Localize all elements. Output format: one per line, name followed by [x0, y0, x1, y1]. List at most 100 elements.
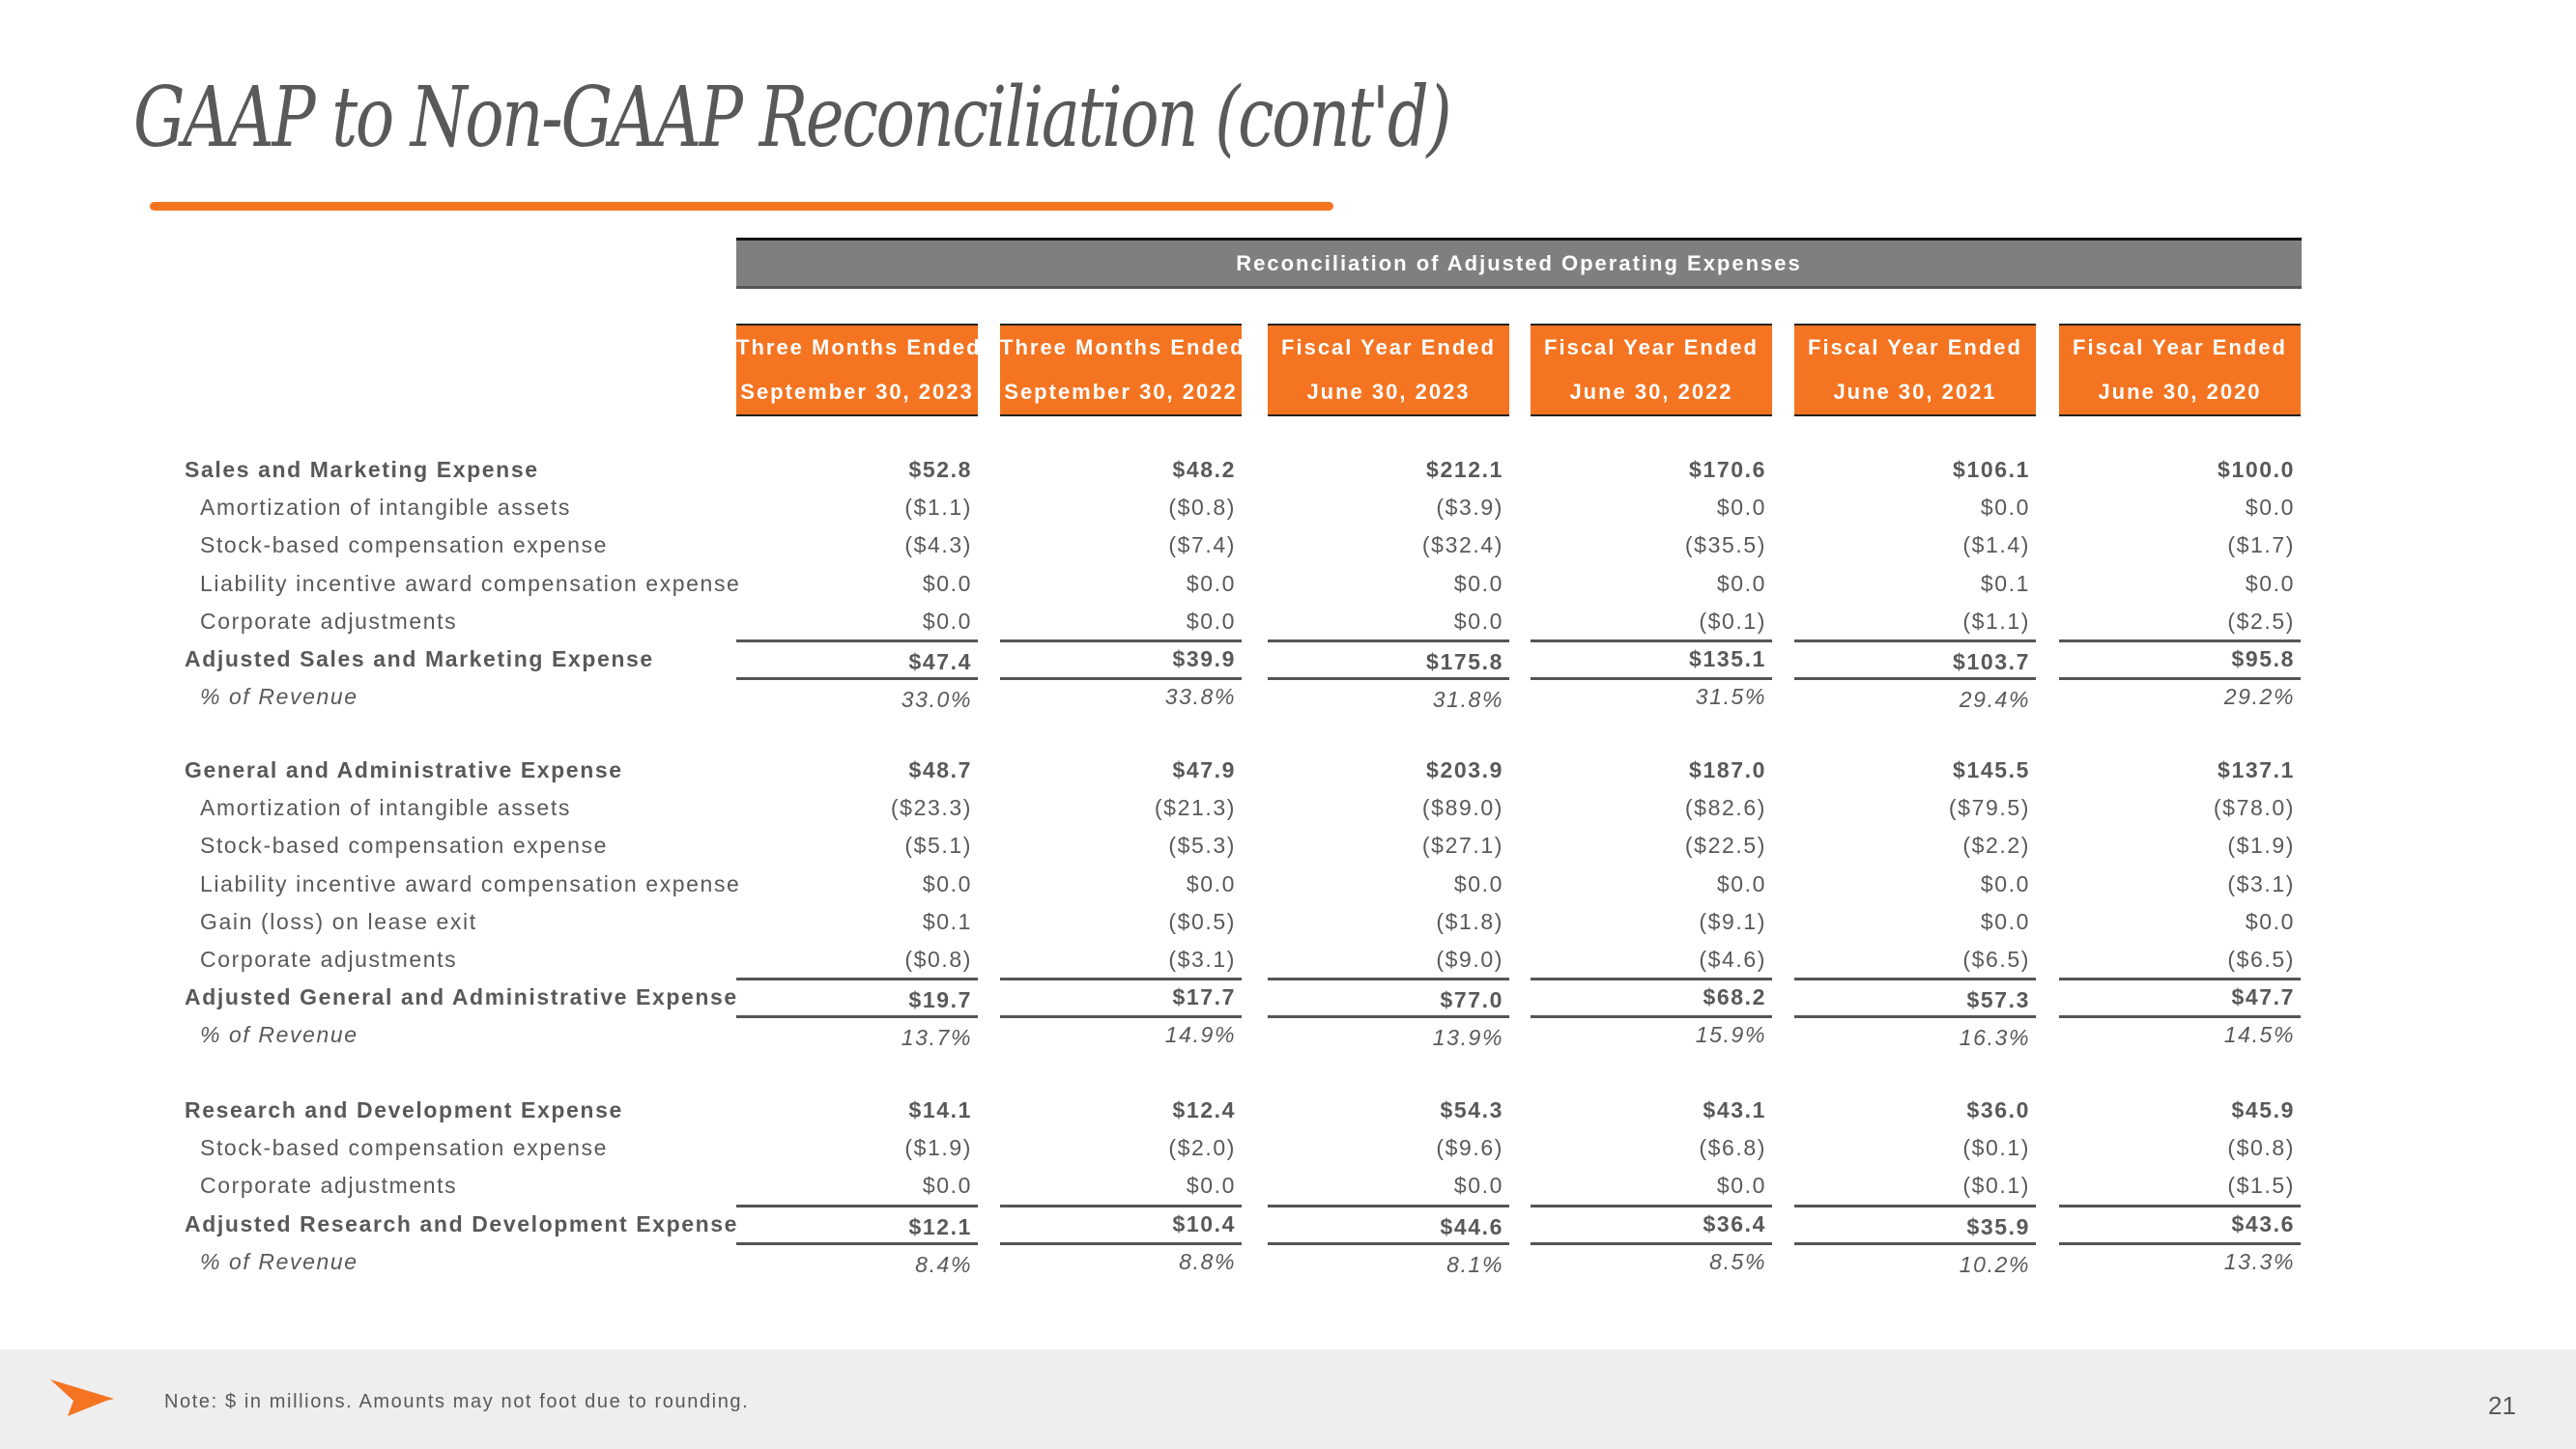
table-cell: $0.0 — [1186, 870, 1236, 896]
table-cell: $36.0 — [1966, 1097, 2030, 1122]
line-item-label: Corporate adjustments — [200, 947, 458, 972]
pct-of-revenue-label: % of Revenue — [200, 1022, 358, 1048]
table-cell: ($3.9) — [1436, 495, 1503, 521]
table-cell: $0.0 — [1453, 870, 1503, 896]
table-cell: $0.0 — [2245, 570, 2295, 596]
table-cell: ($1.4) — [1962, 532, 2030, 558]
total-underline-rule — [1268, 677, 1509, 680]
table-cell: $0.0 — [1453, 1173, 1503, 1199]
line-item-label: Stock-based compensation expense — [200, 1135, 608, 1161]
line-item-label: Amortization of intangible assets — [200, 795, 571, 821]
line-item-label: Amortization of intangible assets — [200, 495, 571, 521]
table-cell: 33.8% — [1164, 684, 1236, 710]
table-cell: $203.9 — [1426, 757, 1503, 782]
table-cell: $14.1 — [908, 1097, 972, 1122]
table-cell: $12.4 — [1172, 1097, 1236, 1122]
line-item-label: Corporate adjustments — [200, 608, 458, 634]
table-cell: $47.7 — [2231, 984, 2295, 1010]
table-cell: $95.8 — [2231, 646, 2295, 671]
table-cell: 31.8% — [1432, 687, 1503, 713]
total-underline-rule — [2059, 1015, 2301, 1019]
total-underline-rule — [736, 1241, 978, 1245]
subtotal-rule — [2059, 639, 2301, 642]
table-cell: $0.0 — [1716, 495, 1766, 521]
column-header: Fiscal Year Ended June 30, 2020 — [2059, 324, 2301, 416]
column-header-period: Three Months Ended — [1000, 335, 1245, 359]
subtotal-rule — [1000, 1204, 1242, 1208]
line-item-label: Corporate adjustments — [200, 1173, 458, 1199]
table-cell: $39.9 — [1172, 646, 1236, 671]
total-row-label: Adjusted Sales and Marketing Expense — [185, 646, 654, 671]
table-cell: $187.0 — [1689, 757, 1766, 782]
table-cell: ($1.8) — [1436, 908, 1503, 934]
column-header-period: Fiscal Year Ended — [2073, 335, 2287, 359]
table-cell: 15.9% — [1695, 1022, 1766, 1048]
total-row-label: Adjusted General and Administrative Expe… — [185, 984, 738, 1010]
table-cell: ($35.5) — [1684, 532, 1766, 558]
table-cell: $0.0 — [1186, 570, 1236, 596]
orange-arrow-logo-icon — [50, 1379, 114, 1416]
table-cell: $137.1 — [2218, 757, 2295, 782]
section-header-label: Research and Development Expense — [185, 1097, 623, 1122]
table-cell: $52.8 — [908, 457, 972, 482]
table-cell: ($3.1) — [2227, 870, 2295, 896]
table-cell: 14.5% — [2223, 1022, 2295, 1048]
table-cell: ($0.5) — [1168, 908, 1236, 934]
table-cell: $12.1 — [908, 1213, 972, 1239]
total-underline-rule — [1794, 677, 2036, 680]
table-cell: 13.3% — [2223, 1248, 2295, 1274]
section-header-label: Sales and Marketing Expense — [185, 457, 539, 482]
table-cell: $47.4 — [908, 649, 972, 674]
table-cell: ($82.6) — [1684, 795, 1766, 821]
column-header: Fiscal Year Ended June 30, 2023 — [1268, 324, 1509, 416]
table-cell: $10.4 — [1172, 1210, 1236, 1236]
table-cell: $135.1 — [1689, 646, 1766, 671]
table-cell: $0.1 — [922, 908, 972, 934]
table-cell: ($1.9) — [2227, 833, 2295, 859]
table-cell: ($0.1) — [1699, 608, 1766, 634]
table-cell: $48.7 — [908, 757, 972, 782]
table-cell: $0.0 — [1980, 870, 2030, 896]
subtotal-rule — [1531, 639, 1772, 642]
table-cell: $0.0 — [922, 570, 972, 596]
table-cell: ($9.1) — [1699, 908, 1766, 934]
column-header: Three Months Ended September 30, 2022 — [1000, 324, 1245, 416]
total-underline-rule — [736, 677, 978, 680]
table-banner: Reconciliation of Adjusted Operating Exp… — [736, 238, 2302, 289]
table-cell: $145.5 — [1953, 757, 2030, 782]
total-underline-rule — [736, 1015, 978, 1019]
table-cell: ($5.1) — [904, 833, 972, 859]
total-underline-rule — [1531, 1015, 1772, 1019]
subtotal-rule — [2059, 978, 2301, 981]
table-cell: ($6.8) — [1699, 1135, 1766, 1161]
subtotal-rule — [1000, 978, 1242, 981]
table-cell: $0.0 — [1186, 608, 1236, 634]
table-cell: 33.0% — [901, 687, 972, 713]
table-cell: $35.9 — [1966, 1213, 2030, 1239]
table-cell: $0.0 — [1186, 1173, 1236, 1199]
table-cell: $54.3 — [1440, 1097, 1503, 1122]
table-cell: 8.1% — [1446, 1251, 1503, 1277]
subtotal-rule — [736, 978, 978, 981]
table-cell: ($78.0) — [2213, 795, 2295, 821]
table-cell: ($7.4) — [1168, 532, 1236, 558]
table-cell: $17.7 — [1172, 984, 1236, 1010]
table-cell: $0.0 — [922, 608, 972, 634]
column-header-date: June 30, 2022 — [1569, 380, 1733, 404]
table-cell: ($1.1) — [904, 495, 972, 521]
table-cell: $0.0 — [1716, 1173, 1766, 1199]
table-cell: ($4.6) — [1699, 947, 1766, 972]
table-cell: $19.7 — [908, 987, 972, 1013]
line-item-label: Liability incentive award compensation e… — [200, 870, 741, 896]
table-cell: $0.0 — [922, 870, 972, 896]
table-cell: 13.7% — [901, 1025, 972, 1051]
column-header: Three Months Ended September 30, 2023 — [736, 324, 980, 416]
table-cell: ($1.9) — [904, 1135, 972, 1161]
column-header-date: September 30, 2022 — [1004, 380, 1238, 404]
column-header-period: Fiscal Year Ended — [1544, 335, 1759, 359]
table-cell: 13.9% — [1432, 1025, 1503, 1051]
table-cell: ($23.3) — [890, 795, 972, 821]
slide-title: GAAP to Non-GAAP Reconciliation (cont'd) — [133, 70, 1452, 166]
table-cell: 8.8% — [1179, 1248, 1236, 1274]
total-underline-rule — [1531, 1241, 1772, 1245]
